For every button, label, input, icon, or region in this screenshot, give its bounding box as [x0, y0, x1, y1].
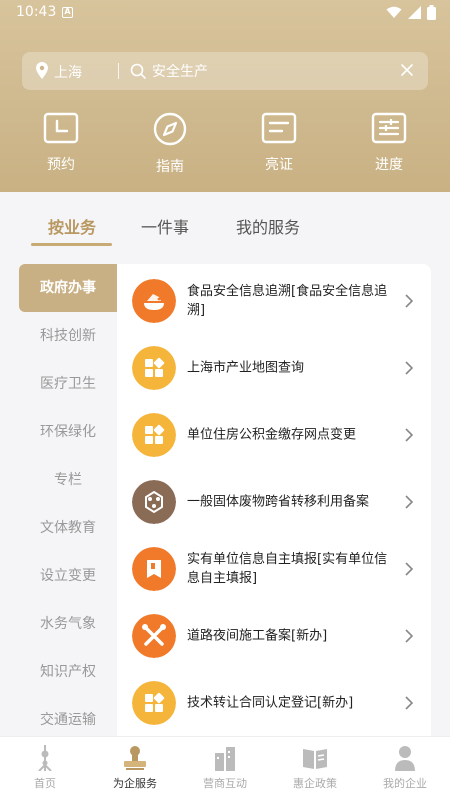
service-item[interactable]: 实有单位信息自主填报[实有单位信息自主填报]: [117, 535, 431, 602]
chevron-right-icon: [405, 629, 413, 643]
tab-my-services[interactable]: 我的服务: [236, 214, 300, 238]
card-icon: [261, 112, 297, 144]
location-pin-icon[interactable]: [36, 62, 48, 79]
quick-show-license[interactable]: 亮证: [249, 112, 309, 174]
service-item[interactable]: 道路夜间施工备案[新办]: [117, 602, 431, 669]
status-time: 10:43: [16, 4, 57, 20]
header-banner: 10:43 A 上海 预约: [0, 0, 450, 192]
service-title: 技术转让合同认定登记[新办]: [187, 695, 354, 710]
category-tech[interactable]: 科技创新: [19, 312, 117, 360]
chevron-right-icon: [405, 361, 413, 375]
nav-home-label: 首页: [34, 777, 56, 790]
service-item[interactable]: 一般固体废物跨省转移利用备案: [117, 468, 431, 535]
person-icon: [395, 746, 415, 771]
chevron-right-icon: [405, 562, 413, 576]
service-item[interactable]: 技术转让合同认定登记[新办]: [117, 669, 431, 736]
category-environment[interactable]: 环保绿化: [19, 408, 117, 456]
chevron-right-icon: [405, 294, 413, 308]
search-input[interactable]: [152, 62, 402, 82]
wifi-icon: [386, 6, 402, 18]
service-item[interactable]: 上海市产业地图查询: [117, 334, 431, 401]
search-divider: [118, 63, 119, 79]
nav-business-interaction[interactable]: 营商互动: [180, 745, 270, 791]
category-culture-education[interactable]: 文体教育: [19, 504, 117, 552]
quick-guide[interactable]: 指南: [140, 112, 200, 176]
nav-my-enterprise[interactable]: 我的企业: [360, 745, 450, 791]
category-column[interactable]: 专栏: [19, 456, 117, 504]
close-icon[interactable]: [400, 63, 414, 77]
category-list: 政府办事 科技创新 医疗卫生 环保绿化 专栏 文体教育 设立变更 水务气象 知识…: [19, 264, 117, 736]
quick-appointment-label: 预约: [47, 157, 75, 173]
status-bar: 10:43 A: [0, 0, 450, 26]
tab-bar: 按业务 一件事 我的服务: [0, 214, 450, 254]
quick-guide-label: 指南: [156, 159, 184, 175]
apps-grid-icon: [132, 681, 176, 725]
nav-business-interaction-label: 营商互动: [203, 777, 247, 790]
service-title: 食品安全信息追溯[食品安全信息追溯]: [187, 283, 388, 318]
battery-icon: [427, 5, 436, 20]
tab-one-thing[interactable]: 一件事: [141, 214, 189, 238]
chevron-right-icon: [405, 696, 413, 710]
category-health[interactable]: 医疗卫生: [19, 360, 117, 408]
service-title: 道路夜间施工备案[新办]: [187, 628, 328, 643]
signal-icon: [408, 6, 421, 19]
progress-list-icon: [371, 112, 407, 144]
bottom-nav: 首页 为企服务 营商互动 惠企政策 我的企业: [0, 736, 450, 800]
tab-active-indicator: [31, 243, 112, 246]
service-title: 实有单位信息自主填报[实有单位信息自主填报]: [187, 551, 388, 586]
category-water-weather[interactable]: 水务气象: [19, 600, 117, 648]
search-bar[interactable]: 上海: [22, 52, 428, 90]
recycle-icon: [132, 480, 176, 524]
nav-my-enterprise-label: 我的企业: [383, 777, 427, 790]
quick-show-license-label: 亮证: [265, 157, 293, 173]
bookmark-icon: [132, 547, 176, 591]
chevron-right-icon: [405, 495, 413, 509]
chevron-right-icon: [405, 428, 413, 442]
quick-progress-label: 进度: [375, 157, 403, 173]
tools-icon: [132, 614, 176, 658]
buildings-icon: [215, 747, 235, 771]
nav-home[interactable]: 首页: [0, 745, 90, 791]
city-selector[interactable]: 上海: [54, 62, 82, 82]
nav-policy[interactable]: 惠企政策: [270, 745, 360, 791]
policy-book-icon: [303, 749, 327, 769]
category-government[interactable]: 政府办事: [19, 264, 117, 312]
service-title: 上海市产业地图查询: [187, 360, 305, 375]
service-title: 单位住房公积金缴存网点变更: [187, 427, 357, 442]
nav-enterprise-service[interactable]: 为企服务: [90, 745, 180, 791]
tower-icon: [38, 745, 52, 771]
quick-progress[interactable]: 进度: [359, 112, 419, 174]
apps-grid-icon: [132, 346, 176, 390]
service-item[interactable]: 单位住房公积金缴存网点变更: [117, 401, 431, 468]
quick-appointment[interactable]: 预约: [31, 112, 91, 174]
service-item[interactable]: 食品安全信息追溯[食品安全信息追溯]: [117, 267, 431, 334]
notification-a-icon: A: [62, 7, 73, 18]
tab-by-business[interactable]: 按业务: [48, 214, 96, 238]
stamp-icon: [124, 746, 146, 770]
nav-policy-label: 惠企政策: [293, 777, 337, 790]
category-ip[interactable]: 知识产权: [19, 648, 117, 696]
calendar-icon: [43, 112, 79, 144]
apps-grid-icon: [132, 413, 176, 457]
main-content: 按业务 一件事 我的服务 政府办事 科技创新 医疗卫生 环保绿化 专栏 文体教育…: [0, 192, 450, 736]
food-safety-icon: [132, 279, 176, 323]
status-indicators: [386, 5, 436, 20]
compass-icon: [153, 112, 187, 146]
service-list: 食品安全信息追溯[食品安全信息追溯] 上海市产业地图查询 单位住房公积金缴存网点…: [117, 264, 431, 736]
search-icon: [130, 63, 146, 79]
nav-enterprise-service-label: 为企服务: [113, 777, 157, 790]
service-title: 一般固体废物跨省转移利用备案: [187, 494, 370, 509]
category-registration-change[interactable]: 设立变更: [19, 552, 117, 600]
